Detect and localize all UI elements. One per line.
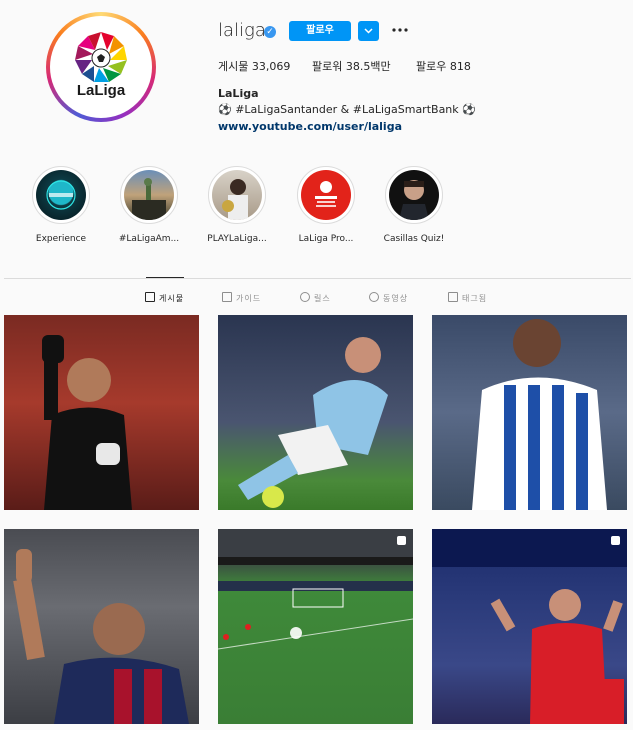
follow-button[interactable]: 팔로우 xyxy=(289,21,351,41)
tab-label: 태그됨 xyxy=(462,294,488,303)
profile-avatar[interactable]: LaLiga xyxy=(46,12,156,122)
followers-count[interactable]: 팔로워 38.5백만 xyxy=(312,58,391,74)
story-thumbnail xyxy=(212,170,262,220)
tab-videos[interactable]: 동영상 xyxy=(369,292,408,304)
tab-tagged[interactable]: 태그됨 xyxy=(448,292,487,304)
post-thumbnail[interactable] xyxy=(218,529,413,724)
tab-label: 동영상 xyxy=(383,294,409,303)
post-thumbnail[interactable] xyxy=(4,529,199,724)
story-thumbnail xyxy=(36,170,86,220)
multiple-photos-icon xyxy=(611,536,620,545)
verified-badge-icon: ✓ xyxy=(264,26,276,38)
tab-label: 게시물 xyxy=(159,294,185,303)
story-highlight[interactable]: Casillas Quiz! xyxy=(374,166,454,244)
tab-label: 릴스 xyxy=(314,294,331,303)
story-highlight[interactable]: PLAYLaLiga... xyxy=(197,166,277,244)
bio-name: LaLiga xyxy=(218,87,259,100)
story-label: PLAYLaLiga... xyxy=(207,234,267,244)
tabs-divider xyxy=(4,278,631,279)
story-thumbnail xyxy=(301,170,351,220)
story-label: Casillas Quiz! xyxy=(383,234,445,244)
suggested-accounts-button[interactable] xyxy=(358,21,379,41)
tagged-icon xyxy=(448,292,458,302)
bio-link[interactable]: www.youtube.com/user/laliga xyxy=(218,120,402,133)
active-tab-indicator xyxy=(146,277,184,278)
profile-username: laliga xyxy=(218,20,266,41)
story-label: LaLiga Pro... xyxy=(298,234,354,244)
story-thumbnail xyxy=(124,170,174,220)
more-options-icon[interactable] xyxy=(390,22,410,38)
tab-posts[interactable]: 게시물 xyxy=(145,292,184,304)
chevron-down-icon xyxy=(364,28,373,34)
post-thumbnail[interactable] xyxy=(432,529,627,724)
post-thumbnail[interactable] xyxy=(218,315,413,510)
tab-guides[interactable]: 가이드 xyxy=(222,292,261,304)
video-icon xyxy=(369,292,379,302)
story-highlight[interactable]: LaLiga Pro... xyxy=(286,166,366,244)
guide-icon xyxy=(222,292,232,302)
post-thumbnail[interactable] xyxy=(432,315,627,510)
grid-icon xyxy=(145,292,155,302)
reels-icon xyxy=(300,292,310,302)
story-highlight[interactable]: Experience xyxy=(21,166,101,244)
story-thumbnail xyxy=(389,170,439,220)
story-label: #LaLigaAm... xyxy=(118,234,180,244)
tab-label: 가이드 xyxy=(236,294,262,303)
post-thumbnail[interactable] xyxy=(4,315,199,510)
following-count[interactable]: 팔로우 818 xyxy=(416,58,471,74)
story-highlight[interactable]: #LaLigaAm... xyxy=(109,166,189,244)
video-post-icon xyxy=(397,536,406,545)
story-label: Experience xyxy=(35,234,87,244)
tab-reels[interactable]: 릴스 xyxy=(300,292,331,304)
posts-count: 게시물 33,069 xyxy=(218,60,291,73)
bio-text: ⚽ #LaLigaSantander & #LaLigaSmartBank ⚽ xyxy=(218,103,476,116)
avatar-label: LaLiga xyxy=(76,82,126,99)
